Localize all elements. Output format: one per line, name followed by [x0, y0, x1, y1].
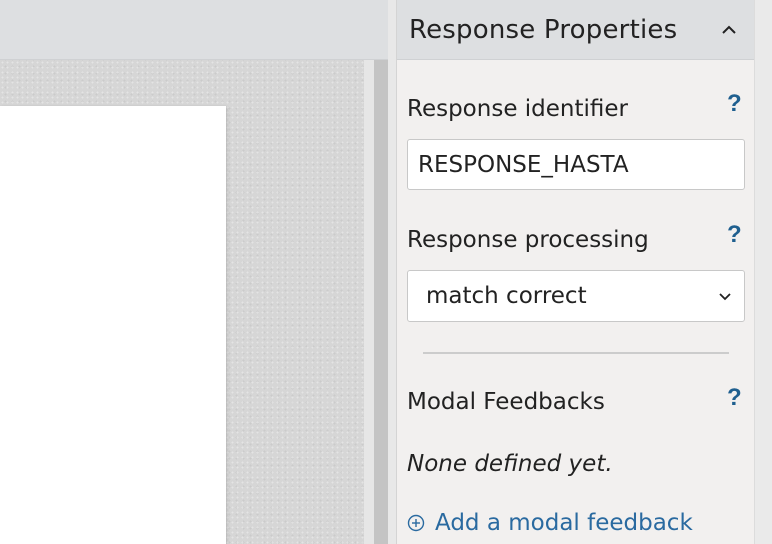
plus-circle-icon — [407, 514, 425, 532]
add-modal-feedback-link[interactable]: Add a modal feedback — [407, 510, 693, 536]
response-properties-panel: Response Properties Response identifier … — [396, 0, 755, 544]
chevron-up-icon[interactable] — [715, 16, 743, 44]
panel-header[interactable]: Response Properties — [397, 0, 755, 60]
canvas-scrollbar[interactable] — [374, 60, 388, 544]
response-identifier-help-icon[interactable]: ? — [727, 90, 742, 118]
modal-feedbacks-help-icon[interactable]: ? — [727, 384, 742, 412]
panel-splitter — [388, 0, 396, 544]
response-processing-help-icon[interactable]: ? — [727, 221, 742, 249]
panel-scrollbar[interactable] — [754, 0, 772, 544]
section-divider — [423, 352, 729, 354]
item-page-sheet[interactable] — [0, 106, 226, 544]
response-processing-select[interactable]: match correct — [407, 270, 745, 322]
panel-title: Response Properties — [409, 14, 678, 45]
chevron-down-icon — [718, 287, 732, 306]
modal-feedbacks-empty-note: None defined yet. — [407, 451, 613, 477]
response-identifier-input[interactable] — [407, 139, 745, 190]
response-identifier-label: Response identifier — [407, 96, 628, 122]
add-modal-feedback-label: Add a modal feedback — [435, 510, 693, 536]
response-processing-label: Response processing — [407, 227, 649, 253]
editor-window: Response Properties Response identifier … — [0, 0, 772, 544]
response-processing-selected-value: match correct — [426, 283, 587, 309]
canvas-gutter — [364, 60, 374, 544]
canvas-toolbar-band — [0, 0, 390, 60]
modal-feedbacks-label: Modal Feedbacks — [407, 389, 605, 415]
